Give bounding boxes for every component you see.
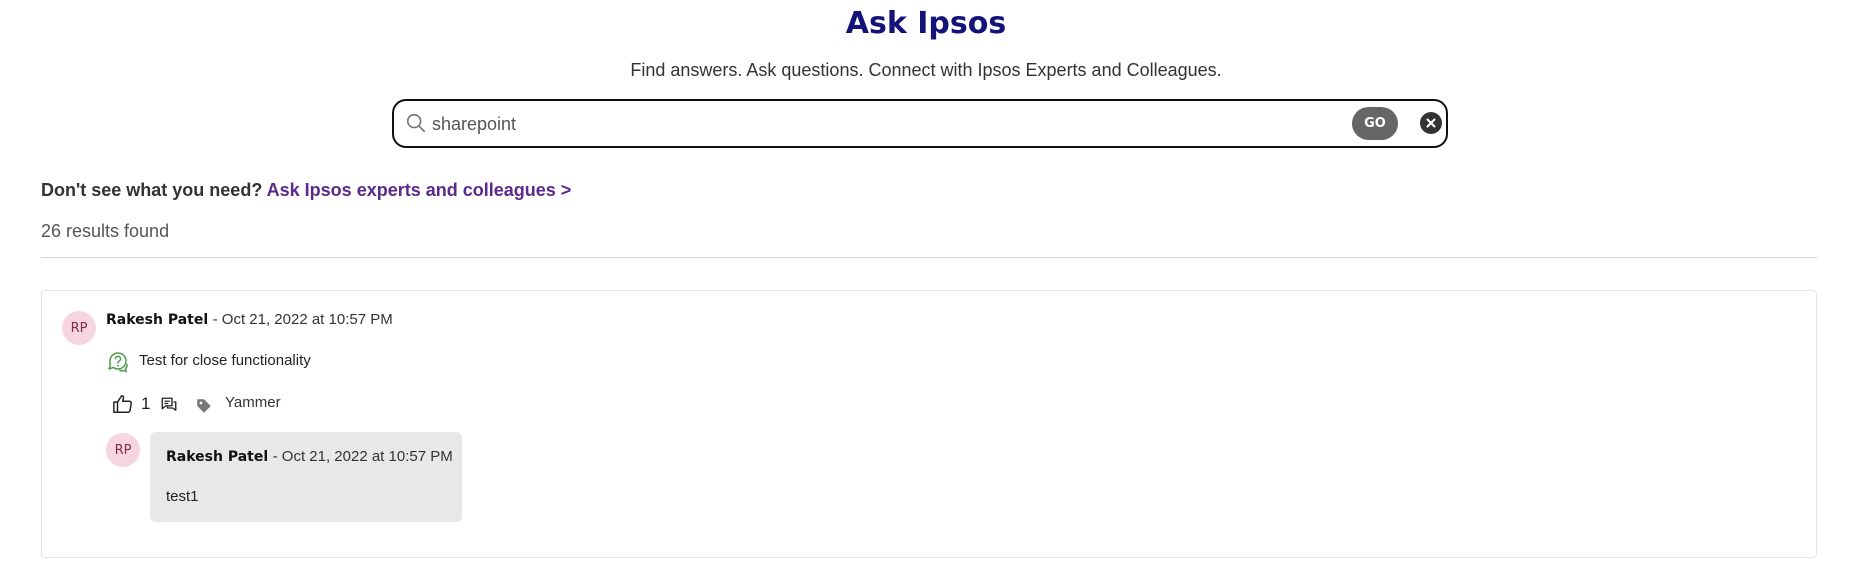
reply-avatar: RP	[106, 433, 140, 467]
results-divider	[41, 257, 1817, 258]
post-header: Rakesh Patel - Oct 21, 2022 at 10:57 PM	[106, 311, 393, 329]
close-icon	[1426, 118, 1436, 128]
search-input[interactable]	[432, 109, 1332, 139]
author-name[interactable]: Rakesh Patel	[106, 312, 208, 328]
ask-prompt: Don't see what you need? Ask Ipsos exper…	[41, 180, 571, 201]
page-subtitle: Find answers. Ask questions. Connect wit…	[630, 60, 1222, 80]
go-button[interactable]: GO	[1352, 107, 1398, 140]
search-bar: GO	[392, 99, 1448, 148]
page-title: Ask Ipsos	[845, 6, 1007, 41]
result-card: RP Rakesh Patel - Oct 21, 2022 at 10:57 …	[41, 290, 1817, 558]
like-count: 1	[141, 394, 151, 413]
search-icon	[406, 113, 426, 133]
thumbs-up-icon[interactable]	[112, 393, 134, 415]
ask-experts-link[interactable]: Ask Ipsos experts and colleagues >	[267, 180, 572, 200]
question-bubble-icon	[108, 352, 128, 373]
ask-prompt-text: Don't see what you need?	[41, 180, 263, 200]
question-text[interactable]: Test for close functionality	[139, 352, 311, 369]
tag-icon	[197, 399, 211, 413]
results-count: 26 results found	[41, 221, 170, 241]
clear-search-button[interactable]	[1420, 112, 1442, 134]
post-date: - Oct 21, 2022 at 10:57 PM	[212, 311, 393, 328]
comment-icon[interactable]	[160, 396, 178, 414]
reply-author-name[interactable]: Rakesh Patel	[166, 449, 268, 465]
reply-header: Rakesh Patel - Oct 21, 2022 at 10:57 PM	[166, 448, 453, 466]
reply-bubble: Rakesh Patel - Oct 21, 2022 at 10:57 PM …	[150, 432, 462, 522]
reply-text: test1	[166, 488, 199, 505]
reply-date: - Oct 21, 2022 at 10:57 PM	[272, 448, 453, 465]
tag-label[interactable]: Yammer	[225, 394, 281, 411]
avatar: RP	[62, 311, 96, 345]
